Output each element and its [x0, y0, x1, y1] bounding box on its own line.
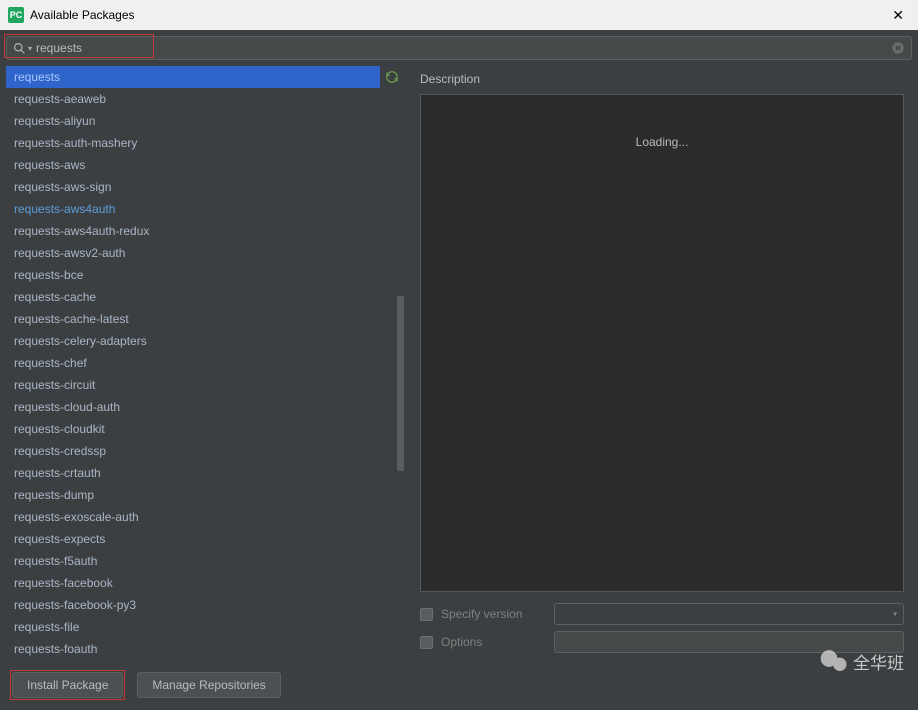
- package-item[interactable]: requests-circuit: [6, 374, 404, 396]
- package-item[interactable]: requests-aws: [6, 154, 404, 176]
- package-item[interactable]: requests-file: [6, 616, 404, 638]
- search-input-wrap[interactable]: ▾: [6, 36, 912, 60]
- package-item[interactable]: requests-aliyun: [6, 110, 404, 132]
- button-bar: Install Package Manage Repositories: [0, 666, 918, 710]
- package-item[interactable]: requests-aws4auth: [6, 198, 404, 220]
- package-item[interactable]: requests-facebook-py3: [6, 594, 404, 616]
- package-item[interactable]: requests-auth-mashery: [6, 132, 404, 154]
- options-label: Options: [441, 635, 546, 649]
- package-item[interactable]: requests-aws-sign: [6, 176, 404, 198]
- search-dropdown-icon[interactable]: ▾: [28, 44, 32, 53]
- package-item[interactable]: requests-bce: [6, 264, 404, 286]
- package-item[interactable]: requests-cloudkit: [6, 418, 404, 440]
- install-package-button[interactable]: Install Package: [12, 672, 123, 698]
- package-item[interactable]: requests-awsv2-auth: [6, 242, 404, 264]
- install-package-label: Install Package: [27, 678, 108, 692]
- specify-version-row: Specify version ▾: [420, 600, 904, 628]
- package-item[interactable]: requests-facebook: [6, 572, 404, 594]
- package-item[interactable]: requests-chef: [6, 352, 404, 374]
- package-item[interactable]: requests-f5auth: [6, 550, 404, 572]
- manage-repositories-label: Manage Repositories: [152, 678, 265, 692]
- description-label: Description: [420, 72, 904, 86]
- package-item[interactable]: requests-aeaweb: [6, 88, 404, 110]
- package-list[interactable]: requests-aeawebrequests-aliyunrequests-a…: [6, 88, 404, 660]
- description-pane: Description Loading... Specify version ▾…: [412, 66, 912, 660]
- watermark: 全华班: [819, 648, 904, 674]
- package-item[interactable]: requests-celery-adapters: [6, 330, 404, 352]
- loading-text: Loading...: [636, 135, 689, 149]
- dialog-content: ▾ requests requests-aeawebrequests-aliyu…: [0, 30, 918, 710]
- search-box: ▾: [6, 36, 912, 60]
- package-list-wrap: requests requests-aeawebrequests-aliyunr…: [6, 66, 404, 660]
- scrollbar-thumb[interactable]: [397, 296, 404, 471]
- package-item[interactable]: requests-dump: [6, 484, 404, 506]
- specify-version-label: Specify version: [441, 607, 546, 621]
- package-item[interactable]: requests-expects: [6, 528, 404, 550]
- specify-version-checkbox[interactable]: [420, 608, 433, 621]
- watermark-text: 全华班: [853, 649, 904, 674]
- package-item[interactable]: requests-aws4auth-redux: [6, 220, 404, 242]
- pycharm-app-icon: PC: [8, 7, 24, 23]
- search-input[interactable]: [36, 41, 891, 55]
- options-checkbox[interactable]: [420, 636, 433, 649]
- search-row: ▾: [0, 30, 918, 66]
- selected-package-item[interactable]: requests: [6, 66, 380, 88]
- package-item[interactable]: requests-foauth: [6, 638, 404, 660]
- clear-search-icon[interactable]: [891, 41, 905, 55]
- close-icon[interactable]: ✕: [886, 7, 910, 24]
- package-item[interactable]: requests-crtauth: [6, 462, 404, 484]
- package-item[interactable]: requests-credssp: [6, 440, 404, 462]
- package-item[interactable]: requests-cache: [6, 286, 404, 308]
- window-title: Available Packages: [30, 8, 886, 22]
- manage-repositories-button[interactable]: Manage Repositories: [137, 672, 280, 698]
- search-icon: [13, 42, 26, 55]
- reload-icon: [385, 70, 399, 84]
- package-item[interactable]: requests-cloud-auth: [6, 396, 404, 418]
- package-list-pane: requests requests-aeawebrequests-aliyunr…: [6, 66, 404, 660]
- wechat-icon: [819, 648, 849, 674]
- list-header-row: requests: [6, 66, 404, 88]
- chevron-down-icon: ▾: [893, 610, 897, 619]
- titlebar: PC Available Packages ✕: [0, 0, 918, 30]
- reload-button[interactable]: [380, 66, 404, 88]
- version-select[interactable]: ▾: [554, 603, 904, 625]
- package-item[interactable]: requests-cache-latest: [6, 308, 404, 330]
- package-item[interactable]: requests-exoscale-auth: [6, 506, 404, 528]
- main-area: requests requests-aeawebrequests-aliyunr…: [0, 66, 918, 666]
- description-box: Loading...: [420, 94, 904, 592]
